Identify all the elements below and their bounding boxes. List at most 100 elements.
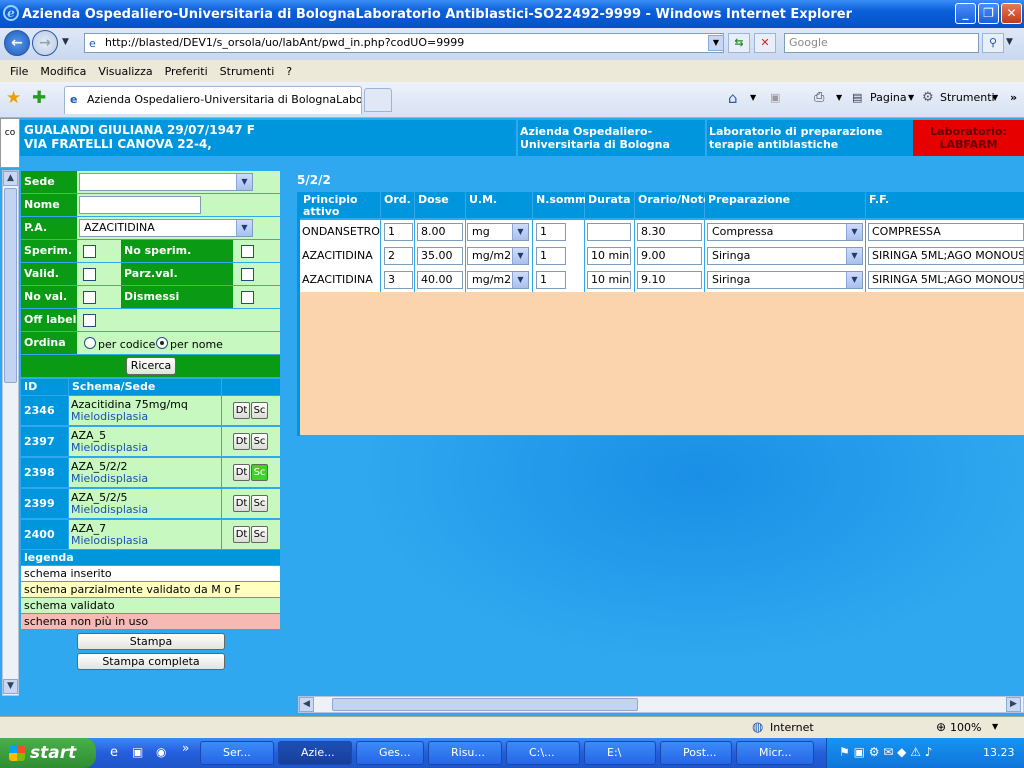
add-favorite-icon[interactable]: ✚ bbox=[32, 88, 46, 108]
schema-cell[interactable]: Azacitidina 75mg/mq Mielodisplasia bbox=[69, 396, 221, 425]
feeds-icon[interactable]: ▣ bbox=[770, 90, 780, 106]
dt-button[interactable]: Dt bbox=[233, 464, 250, 481]
back-button[interactable]: ← bbox=[4, 30, 30, 56]
orario-input[interactable]: 8.30 bbox=[637, 223, 702, 241]
taskbar-item[interactable]: Azie... bbox=[278, 741, 352, 765]
nsomm-input[interactable]: 1 bbox=[536, 223, 566, 241]
maximize-button[interactable]: ❐ bbox=[978, 3, 999, 24]
dose-input[interactable]: 35.00 bbox=[417, 247, 463, 265]
dismessi-checkbox[interactable] bbox=[241, 291, 254, 304]
nsomm-input[interactable]: 1 bbox=[536, 271, 566, 289]
zoom-level[interactable]: 100% bbox=[950, 721, 981, 734]
sc-button[interactable]: Sc bbox=[251, 464, 268, 481]
ff-input[interactable]: SIRINGA 5ML;AGO MONOUSO C bbox=[868, 247, 1024, 265]
ord-input[interactable]: 1 bbox=[384, 223, 413, 241]
scroll-up-icon[interactable]: ▲ bbox=[3, 171, 18, 186]
zoom-dropdown-icon[interactable]: ▼ bbox=[992, 722, 998, 731]
durata-input[interactable]: 10 min bbox=[587, 247, 631, 265]
co-button[interactable]: co bbox=[0, 118, 20, 168]
forward-button[interactable]: → bbox=[32, 30, 58, 56]
parzval-checkbox[interactable] bbox=[241, 268, 254, 281]
menu-visualizza[interactable]: Visualizza bbox=[92, 65, 158, 78]
home-dropdown-icon[interactable]: ▼ bbox=[750, 90, 756, 106]
taskbar-item[interactable]: Ser... bbox=[200, 741, 274, 765]
search-options-icon[interactable]: ▼ bbox=[1006, 37, 1013, 47]
print-icon[interactable]: ⎙ bbox=[814, 90, 824, 106]
pa-select[interactable]: AZACITIDINA ▼ bbox=[79, 219, 253, 237]
preparazione-select[interactable]: Siringa ▼ bbox=[707, 247, 863, 265]
search-input[interactable]: Google bbox=[784, 33, 979, 53]
ff-input[interactable]: COMPRESSA bbox=[868, 223, 1024, 241]
history-dropdown-icon[interactable]: ▼ bbox=[62, 37, 69, 47]
stampa-button[interactable]: Stampa bbox=[77, 633, 225, 650]
valid-checkbox[interactable] bbox=[83, 268, 96, 281]
print-dropdown-icon[interactable]: ▼ bbox=[836, 90, 842, 106]
close-button[interactable]: ✕ bbox=[1001, 3, 1022, 24]
hscroll-thumb[interactable] bbox=[332, 698, 638, 711]
scroll-down-icon[interactable]: ▼ bbox=[3, 679, 18, 694]
preparazione-select[interactable]: Compressa ▼ bbox=[707, 223, 863, 241]
schema-cell[interactable]: AZA_5 Mielodisplasia bbox=[69, 427, 221, 456]
sede-select[interactable]: ▼ bbox=[79, 173, 253, 191]
per-codice-radio[interactable] bbox=[84, 337, 96, 349]
scroll-right-icon[interactable]: ▶ bbox=[1006, 697, 1021, 712]
menu-strumenti[interactable]: Strumenti bbox=[214, 65, 281, 78]
quicklaunch-desktop-icon[interactable]: ▣ bbox=[132, 745, 143, 759]
page-dropdown-icon[interactable]: ▼ bbox=[908, 90, 914, 106]
menu-help[interactable]: ? bbox=[280, 65, 298, 78]
um-select[interactable]: mg ▼ bbox=[467, 223, 529, 241]
taskbar-item[interactable]: E:\ bbox=[584, 741, 656, 765]
offlabel-checkbox[interactable] bbox=[83, 314, 96, 327]
quicklaunch-ie-icon[interactable]: e bbox=[110, 745, 118, 760]
search-icon[interactable]: ⚲ bbox=[982, 33, 1004, 53]
tab-active[interactable]: e Azienda Ospedaliero-Universitaria di B… bbox=[64, 86, 362, 114]
new-tab-button[interactable] bbox=[364, 88, 392, 112]
sc-button[interactable]: Sc bbox=[251, 495, 268, 512]
durata-input[interactable]: 10 min bbox=[587, 271, 631, 289]
dt-button[interactable]: Dt bbox=[233, 526, 250, 543]
um-select[interactable]: mg/m2 ▼ bbox=[467, 247, 529, 265]
dt-button[interactable]: Dt bbox=[233, 433, 250, 450]
sc-button[interactable]: Sc bbox=[251, 402, 268, 419]
taskbar-item[interactable]: Risu... bbox=[428, 741, 502, 765]
dt-button[interactable]: Dt bbox=[233, 495, 250, 512]
durata-input[interactable] bbox=[587, 223, 631, 241]
favorites-star-icon[interactable]: ★ bbox=[6, 88, 21, 108]
menu-modifica[interactable]: Modifica bbox=[34, 65, 92, 78]
nsomm-input[interactable]: 1 bbox=[536, 247, 566, 265]
orario-input[interactable]: 9.00 bbox=[637, 247, 702, 265]
menu-preferiti[interactable]: Preferiti bbox=[159, 65, 214, 78]
taskbar-item[interactable]: Ges... bbox=[356, 741, 424, 765]
quicklaunch-media-icon[interactable]: ◉ bbox=[156, 745, 166, 759]
ricerca-button[interactable]: Ricerca bbox=[126, 357, 176, 375]
taskbar-item[interactable]: Post... bbox=[660, 741, 732, 765]
stop-button[interactable]: ✕ bbox=[754, 33, 776, 53]
noval-checkbox[interactable] bbox=[83, 291, 96, 304]
schema-cell[interactable]: AZA_5/2/2 Mielodisplasia bbox=[69, 458, 221, 487]
page-menu-button[interactable]: Pagina bbox=[870, 90, 907, 106]
per-nome-radio[interactable] bbox=[156, 337, 168, 349]
start-button[interactable]: start bbox=[0, 738, 96, 768]
schema-cell[interactable]: AZA_5/2/5 Mielodisplasia bbox=[69, 489, 221, 518]
home-icon[interactable]: ⌂ bbox=[728, 90, 738, 106]
taskbar-item[interactable]: Micr... bbox=[736, 741, 814, 765]
preparazione-select[interactable]: Siringa ▼ bbox=[707, 271, 863, 289]
address-input[interactable]: e http://blasted/DEV1/s_orsola/uo/labAnt… bbox=[84, 33, 724, 53]
quicklaunch-more-icon[interactable]: » bbox=[182, 741, 189, 755]
minimize-button[interactable]: _ bbox=[955, 3, 976, 24]
dt-button[interactable]: Dt bbox=[233, 402, 250, 419]
address-dropdown-icon[interactable]: ▼ bbox=[708, 35, 724, 51]
taskbar-item[interactable]: C:\... bbox=[506, 741, 580, 765]
sc-button[interactable]: Sc bbox=[251, 433, 268, 450]
nosperim-checkbox[interactable] bbox=[241, 245, 254, 258]
tools-dropdown-icon[interactable]: ▼ bbox=[992, 90, 998, 106]
ff-input[interactable]: SIRINGA 5ML;AGO MONOUSO C bbox=[868, 271, 1024, 289]
menu-file[interactable]: File bbox=[4, 65, 34, 78]
more-tools-icon[interactable]: » bbox=[1010, 90, 1017, 106]
scroll-left-icon[interactable]: ◀ bbox=[299, 697, 314, 712]
title-bar[interactable]: e Azienda Ospedaliero-Universitaria di B… bbox=[0, 0, 1024, 28]
sperim-checkbox[interactable] bbox=[83, 245, 96, 258]
tools-menu-button[interactable]: Strumenti bbox=[940, 90, 995, 106]
ord-input[interactable]: 3 bbox=[384, 271, 413, 289]
refresh-button[interactable]: ⇆ bbox=[728, 33, 750, 53]
